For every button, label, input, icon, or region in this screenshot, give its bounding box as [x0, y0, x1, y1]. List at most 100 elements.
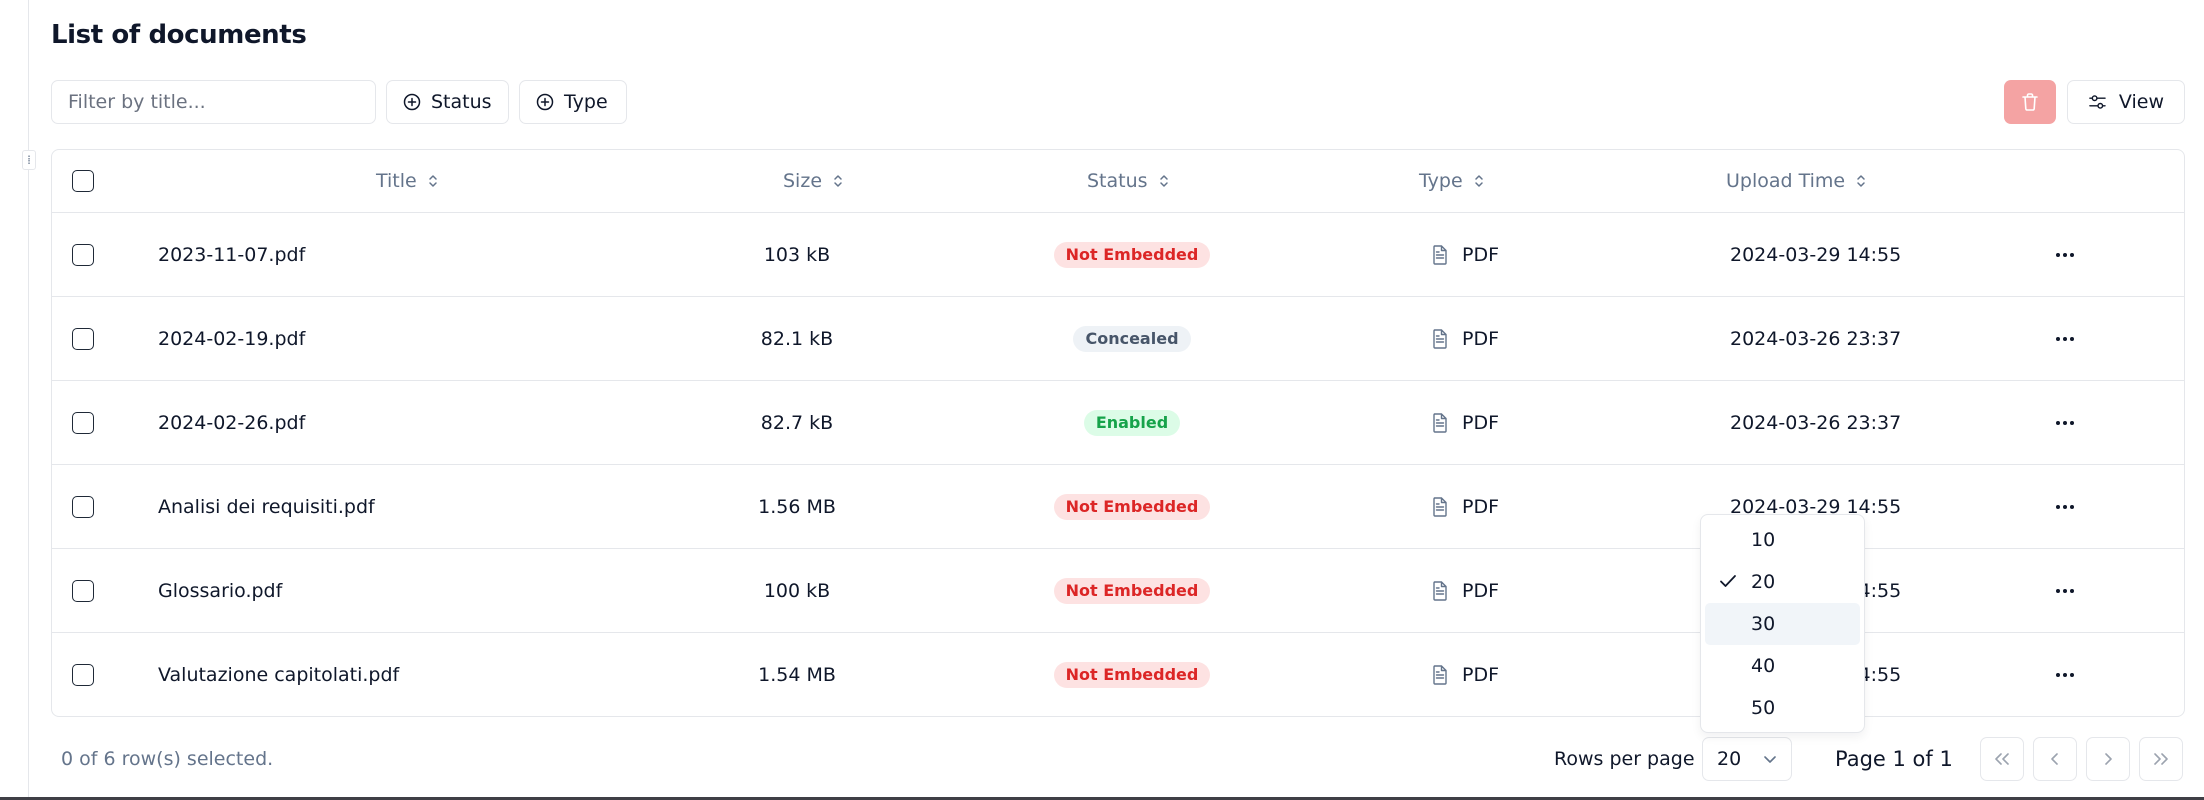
rows-option-label: 50 [1751, 697, 1776, 719]
sort-icon [834, 175, 842, 187]
more-horizontal-icon [2056, 673, 2074, 677]
sort-icon [428, 175, 437, 187]
rows-per-page-dropdown: 10 20 30 40 50 [1700, 514, 1865, 733]
header-title[interactable]: Title [376, 150, 439, 212]
header-size-label: Size [783, 170, 823, 192]
delete-button[interactable] [2004, 80, 2056, 124]
type-cell: PDF [1432, 297, 1499, 380]
size-cell: 103 kB [763, 243, 831, 266]
row-checkbox[interactable] [72, 411, 94, 434]
table-footer: 0 of 6 row(s) selected. Rows per page 20… [51, 736, 2185, 782]
header-status[interactable]: Status [1087, 150, 1170, 212]
status-cell: Not Embedded [982, 213, 1282, 296]
type-label: PDF [1462, 495, 1500, 518]
row-checkbox[interactable] [72, 495, 94, 518]
status-cell: Not Embedded [982, 549, 1282, 632]
header-upload-time-label: Upload Time [1726, 170, 1846, 192]
upload-time-cell: 2024-03-26 23:37 [1730, 411, 1902, 434]
rows-option-50[interactable]: 50 [1705, 687, 1860, 729]
row-actions-button[interactable] [2045, 319, 2085, 359]
page-indicator: Page 1 of 1 [1835, 747, 1953, 771]
documents-panel: List of documents Status Type View Title [51, 0, 2185, 797]
row-checkbox[interactable] [72, 327, 94, 350]
status-badge: Not Embedded [1053, 241, 1211, 268]
rows-option-label: 40 [1751, 655, 1776, 677]
title-cell: 2023-11-07.pdf [158, 243, 306, 266]
row-checkbox[interactable] [72, 664, 94, 686]
row-actions-button[interactable] [2045, 403, 2085, 443]
type-label: PDF [1462, 579, 1500, 602]
rows-per-page-label: Rows per page [1554, 748, 1695, 770]
table-header: Title Size Status Type Upload Time [52, 150, 2184, 213]
row-checkbox[interactable] [72, 243, 94, 266]
file-text-icon [1433, 328, 1447, 349]
plus-circle-icon [403, 93, 421, 111]
row-select-cell [72, 297, 94, 380]
select-all-checkbox[interactable] [72, 170, 94, 192]
status-cell: Enabled [982, 381, 1282, 464]
title-cell: 2024-02-19.pdf [158, 327, 306, 350]
toolbar: Status Type View [51, 80, 2185, 124]
sidebar-edge [0, 0, 29, 800]
row-select-cell [72, 381, 94, 464]
row-actions-button[interactable] [2045, 655, 2085, 695]
type-label: PDF [1462, 243, 1500, 266]
status-filter-button[interactable]: Status [386, 80, 509, 124]
row-actions-cell [2045, 549, 2085, 632]
rows-per-page-select[interactable]: 20 [1702, 737, 1792, 781]
size-cell: 82.1 kB [760, 327, 834, 350]
previous-page-button[interactable] [2033, 737, 2077, 781]
row-actions-cell [2045, 213, 2085, 296]
more-horizontal-icon [2056, 504, 2074, 509]
header-size[interactable]: Size [783, 150, 844, 212]
rows-option-40[interactable]: 40 [1705, 645, 1860, 687]
chevrons-right-icon [2154, 753, 2168, 765]
rows-option-20[interactable]: 20 [1705, 561, 1860, 603]
header-upload-time[interactable]: Upload Time [1726, 150, 1867, 212]
row-actions-button[interactable] [2045, 487, 2085, 527]
more-horizontal-icon [2056, 336, 2074, 341]
first-page-button[interactable] [1980, 737, 2024, 781]
status-badge: Enabled [1083, 409, 1181, 436]
filter-title-input[interactable] [51, 80, 376, 124]
upload-time-cell: 2024-03-26 23:37 [1730, 327, 1902, 350]
type-cell: PDF [1432, 549, 1499, 632]
view-options-label: View [2118, 91, 2164, 113]
rows-option-10[interactable]: 10 [1705, 519, 1860, 561]
row-actions-cell [2045, 297, 2085, 380]
table-row[interactable]: 2023-11-07.pdf 103 kB Not Embedded PDF 2… [52, 213, 2184, 297]
row-select-cell [72, 213, 94, 296]
size-cell: 100 kB [763, 579, 831, 602]
header-title-label: Title [376, 170, 417, 192]
file-text-icon [1433, 412, 1447, 433]
upload-time-cell: 2024-03-29 14:55 [1730, 243, 1902, 266]
header-type[interactable]: Type [1419, 150, 1485, 212]
chevron-right-icon [2105, 753, 2112, 765]
last-page-button[interactable] [2139, 737, 2183, 781]
check-icon [1720, 575, 1736, 587]
status-cell: Concealed [982, 297, 1282, 380]
more-horizontal-icon [2056, 588, 2074, 593]
more-horizontal-icon [2056, 252, 2074, 257]
table-row[interactable]: 2024-02-26.pdf 82.7 kB Enabled PDF 2024-… [52, 381, 2184, 465]
drag-handle-icon[interactable]: ⁞ [22, 150, 36, 170]
type-filter-button[interactable]: Type [519, 80, 627, 124]
status-badge: Not Embedded [1053, 493, 1211, 520]
rows-option-label: 20 [1751, 571, 1776, 593]
status-badge: Not Embedded [1053, 577, 1211, 604]
size-cell: 82.7 kB [760, 411, 834, 434]
table-row[interactable]: 2024-02-19.pdf 82.1 kB Concealed PDF 202… [52, 297, 2184, 381]
type-cell: PDF [1432, 633, 1499, 716]
view-options-button[interactable]: View [2067, 80, 2185, 124]
rows-option-label: 30 [1751, 613, 1776, 635]
status-filter-label: Status [431, 91, 492, 113]
row-checkbox[interactable] [72, 579, 94, 602]
page-title: List of documents [51, 20, 307, 50]
next-page-button[interactable] [2086, 737, 2130, 781]
rows-option-30[interactable]: 30 [1705, 603, 1860, 645]
status-badge: Not Embedded [1053, 662, 1211, 688]
row-actions-button[interactable] [2045, 235, 2085, 275]
chevrons-left-icon [1995, 753, 2009, 765]
row-actions-button[interactable] [2045, 571, 2085, 611]
status-cell: Not Embedded [982, 633, 1282, 716]
